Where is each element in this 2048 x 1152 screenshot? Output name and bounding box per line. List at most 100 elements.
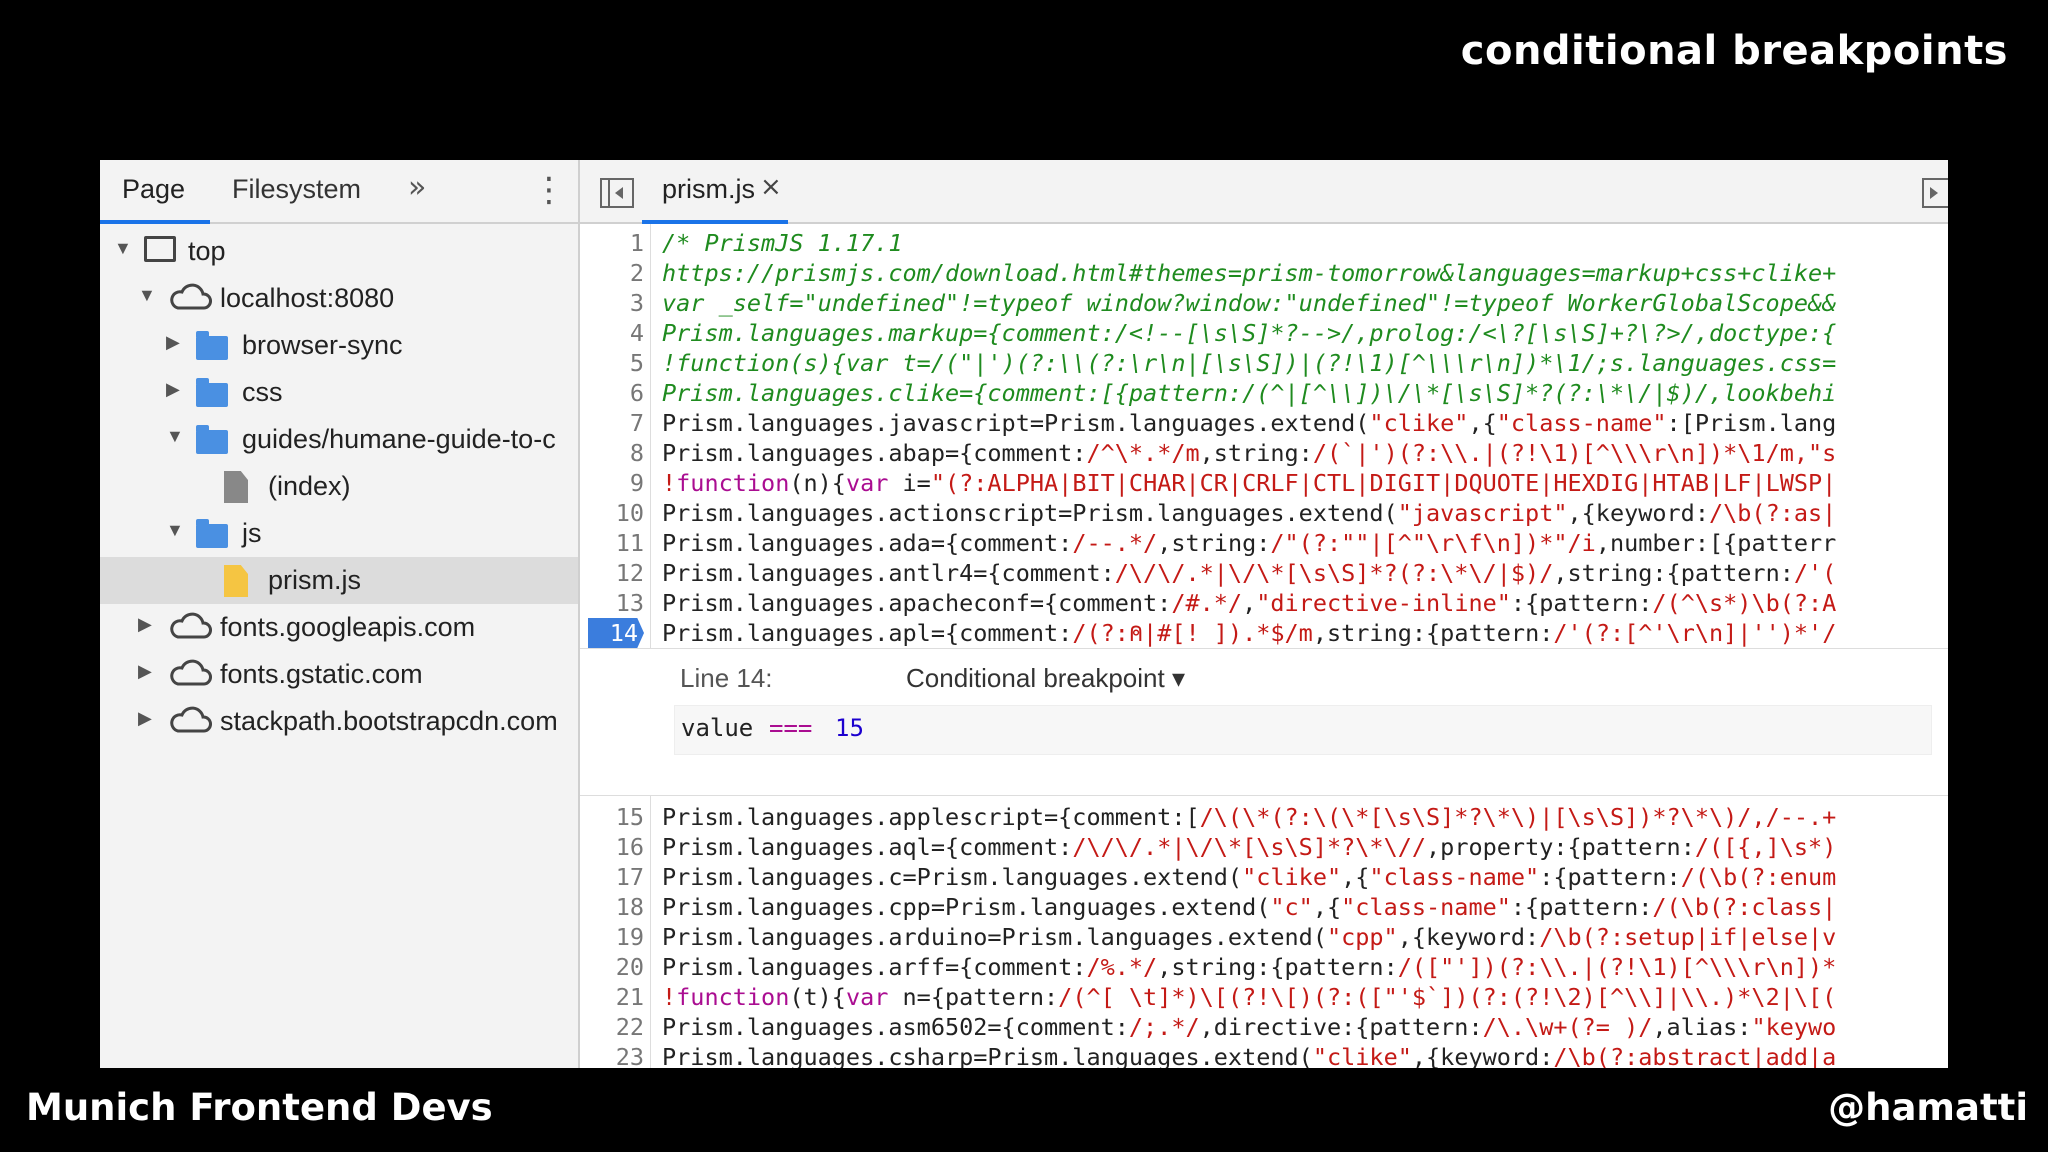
line-number[interactable]: 8 [580, 438, 644, 468]
code-text[interactable]: Prism.languages.asm6502={comment:/;.*/,d… [662, 1012, 1948, 1042]
line-number[interactable]: 11 [580, 528, 644, 558]
code-text[interactable]: Prism.languages.applescript={comment:[/\… [662, 802, 1948, 832]
code-text[interactable]: Prism.languages.apacheconf={comment:/#.*… [662, 588, 1948, 618]
code-text[interactable]: Prism.languages.ada={comment:/--.*/,stri… [662, 528, 1948, 558]
expanded-arrow-icon[interactable]: ▼ [166, 426, 184, 447]
code-text[interactable]: Prism.languages.antlr4={comment:/\/\/.*|… [662, 558, 1948, 588]
code-text[interactable]: Prism.languages.apl={comment:/(?:⍝|#[! ]… [662, 618, 1948, 648]
code-line: 23 Prism.languages.csharp=Prism.languages… [580, 1042, 1948, 1068]
more-tabs-icon[interactable]: » [408, 170, 426, 205]
code-token: Prism.languages.arff={comment: [662, 953, 1087, 981]
code-text[interactable]: Prism.languages.csharp=Prism.languages.e… [662, 1042, 1948, 1068]
line-number[interactable]: 2 [580, 258, 644, 288]
code-text[interactable]: Prism.languages.arff={comment:/%.*/,stri… [662, 952, 1948, 982]
line-number[interactable]: 3 [580, 288, 644, 318]
tree-item[interactable]: ▶ fonts.gstatic.com [100, 651, 578, 698]
tree-item-label: js [242, 518, 262, 548]
line-number[interactable]: 23 [580, 1042, 644, 1068]
tree-item[interactable]: ▼ js [100, 510, 578, 557]
line-number[interactable]: 15 [580, 802, 644, 832]
code-text[interactable]: !function(n){var i="(?:ALPHA|BIT|CHAR|CR… [662, 468, 1948, 498]
line-number[interactable]: 18 [580, 892, 644, 922]
code-token: :{pattern: [1539, 863, 1681, 891]
tree-item[interactable]: ▶ stackpath.bootstrapcdn.com [100, 698, 578, 745]
code-token: ,string: [1199, 439, 1313, 467]
tab-filesystem[interactable]: Filesystem [232, 174, 361, 205]
code-text[interactable]: !function(t){var n={pattern:/(^[ \t]*)\[… [662, 982, 1948, 1012]
code-token: /(?:⍝|#[! ]).*$/m [1072, 619, 1313, 647]
close-icon[interactable]: × [760, 172, 782, 202]
tree-item[interactable]: (index) [100, 463, 578, 510]
code-token: !function(s){var t=/("|')(?:\\(?:\r\n|[\… [662, 349, 1837, 377]
code-text[interactable]: Prism.languages.actionscript=Prism.langu… [662, 498, 1948, 528]
tree-item[interactable]: prism.js [100, 557, 578, 604]
toggle-debugger-icon[interactable] [1922, 178, 1948, 208]
tree-item[interactable]: ▶ css [100, 369, 578, 416]
code-editor: prism.js × 1 /* PrismJS 1.17.1 2 https://pr… [580, 160, 1948, 1068]
code-text[interactable]: var _self="undefined"!=typeof window?win… [662, 288, 1948, 318]
editor-tabs: prism.js × [580, 160, 1948, 224]
breakpoint-marker[interactable]: 14 [588, 618, 644, 648]
code-token: ! [662, 983, 677, 1011]
menu-icon[interactable]: ⋮ [532, 170, 566, 210]
toggle-navigator-icon[interactable] [600, 178, 634, 208]
collapsed-arrow-icon[interactable]: ▶ [138, 614, 152, 635]
line-number[interactable]: 4 [580, 318, 644, 348]
line-number[interactable]: 10 [580, 498, 644, 528]
navigator-pane: Page Filesystem » ⋮ ▼ top ▼ localhost:8080 ▶… [100, 160, 580, 1068]
expanded-arrow-icon[interactable]: ▼ [138, 285, 156, 306]
line-number[interactable]: 9 [580, 468, 644, 498]
code-text[interactable]: /* PrismJS 1.17.1 [662, 228, 1948, 258]
tab-prism-js[interactable]: prism.js × [642, 160, 788, 224]
code-text[interactable]: Prism.languages.c=Prism.languages.extend… [662, 862, 1948, 892]
line-number[interactable]: 19 [580, 922, 644, 952]
line-number[interactable]: 1 [580, 228, 644, 258]
code-text[interactable]: Prism.languages.cpp=Prism.languages.exte… [662, 892, 1948, 922]
code-token: , [1242, 589, 1257, 617]
code-token: "clike" [1312, 1043, 1412, 1068]
line-number[interactable]: 16 [580, 832, 644, 862]
code-text[interactable]: Prism.languages.javascript=Prism.languag… [662, 408, 1948, 438]
code-text[interactable]: Prism.languages.abap={comment:/^\*.*/m,s… [662, 438, 1948, 468]
code-line: 5 !function(s){var t=/("|')(?:\\(?:\r\n|[… [580, 348, 1948, 378]
collapsed-arrow-icon[interactable]: ▶ [166, 379, 180, 400]
code-token: ,{keyword: [1567, 499, 1709, 527]
line-number[interactable]: 6 [580, 378, 644, 408]
code-text[interactable]: Prism.languages.arduino=Prism.languages.… [662, 922, 1948, 952]
line-number[interactable]: 13 [580, 588, 644, 618]
file-icon [224, 471, 248, 510]
collapsed-arrow-icon[interactable]: ▶ [138, 708, 152, 729]
tree-item[interactable]: ▼ top [100, 228, 578, 275]
expanded-arrow-icon[interactable]: ▼ [166, 520, 184, 541]
code-token: n={pattern: [888, 983, 1059, 1011]
code-line: 20 Prism.languages.arff={comment:/%.*/,st… [580, 952, 1948, 982]
line-number[interactable]: 22 [580, 1012, 644, 1042]
code-token: function [676, 983, 790, 1011]
collapsed-arrow-icon[interactable]: ▶ [166, 332, 180, 353]
code-text[interactable]: Prism.languages.clike={comment:[{pattern… [662, 378, 1948, 408]
tree-item[interactable]: ▶ browser-sync [100, 322, 578, 369]
code-text[interactable]: Prism.languages.markup={comment:/<!--[\s… [662, 318, 1948, 348]
line-number[interactable]: 21 [580, 982, 644, 1012]
line-number[interactable]: 7 [580, 408, 644, 438]
tab-page[interactable]: Page [122, 174, 185, 205]
condition-operator: === [769, 714, 813, 742]
breakpoint-condition-input[interactable]: value === 15 [674, 705, 1932, 755]
tree-item[interactable]: ▶ fonts.googleapis.com [100, 604, 578, 651]
code-token: Prism.languages.apl={comment: [662, 619, 1073, 647]
code-text[interactable]: Prism.languages.aql={comment:/\/\/.*|\/\… [662, 832, 1948, 862]
line-number[interactable]: 12 [580, 558, 644, 588]
line-number[interactable]: 17 [580, 862, 644, 892]
tree-item[interactable]: ▼ localhost:8080 [100, 275, 578, 322]
code-text[interactable]: https://prismjs.com/download.html#themes… [662, 258, 1948, 288]
tree-item[interactable]: ▼ guides/humane-guide-to-c [100, 416, 578, 463]
line-number[interactable]: 5 [580, 348, 644, 378]
code-token: /(\b(?:class| [1652, 893, 1837, 921]
code-token: /'( [1793, 559, 1837, 587]
code-token: ,directive:{pattern: [1199, 1013, 1483, 1041]
expanded-arrow-icon[interactable]: ▼ [114, 238, 132, 259]
line-number[interactable]: 20 [580, 952, 644, 982]
code-text[interactable]: !function(s){var t=/("|')(?:\\(?:\r\n|[\… [662, 348, 1948, 378]
collapsed-arrow-icon[interactable]: ▶ [138, 661, 152, 682]
breakpoint-type-dropdown[interactable]: Conditional breakpoint ▾ [906, 663, 1185, 694]
